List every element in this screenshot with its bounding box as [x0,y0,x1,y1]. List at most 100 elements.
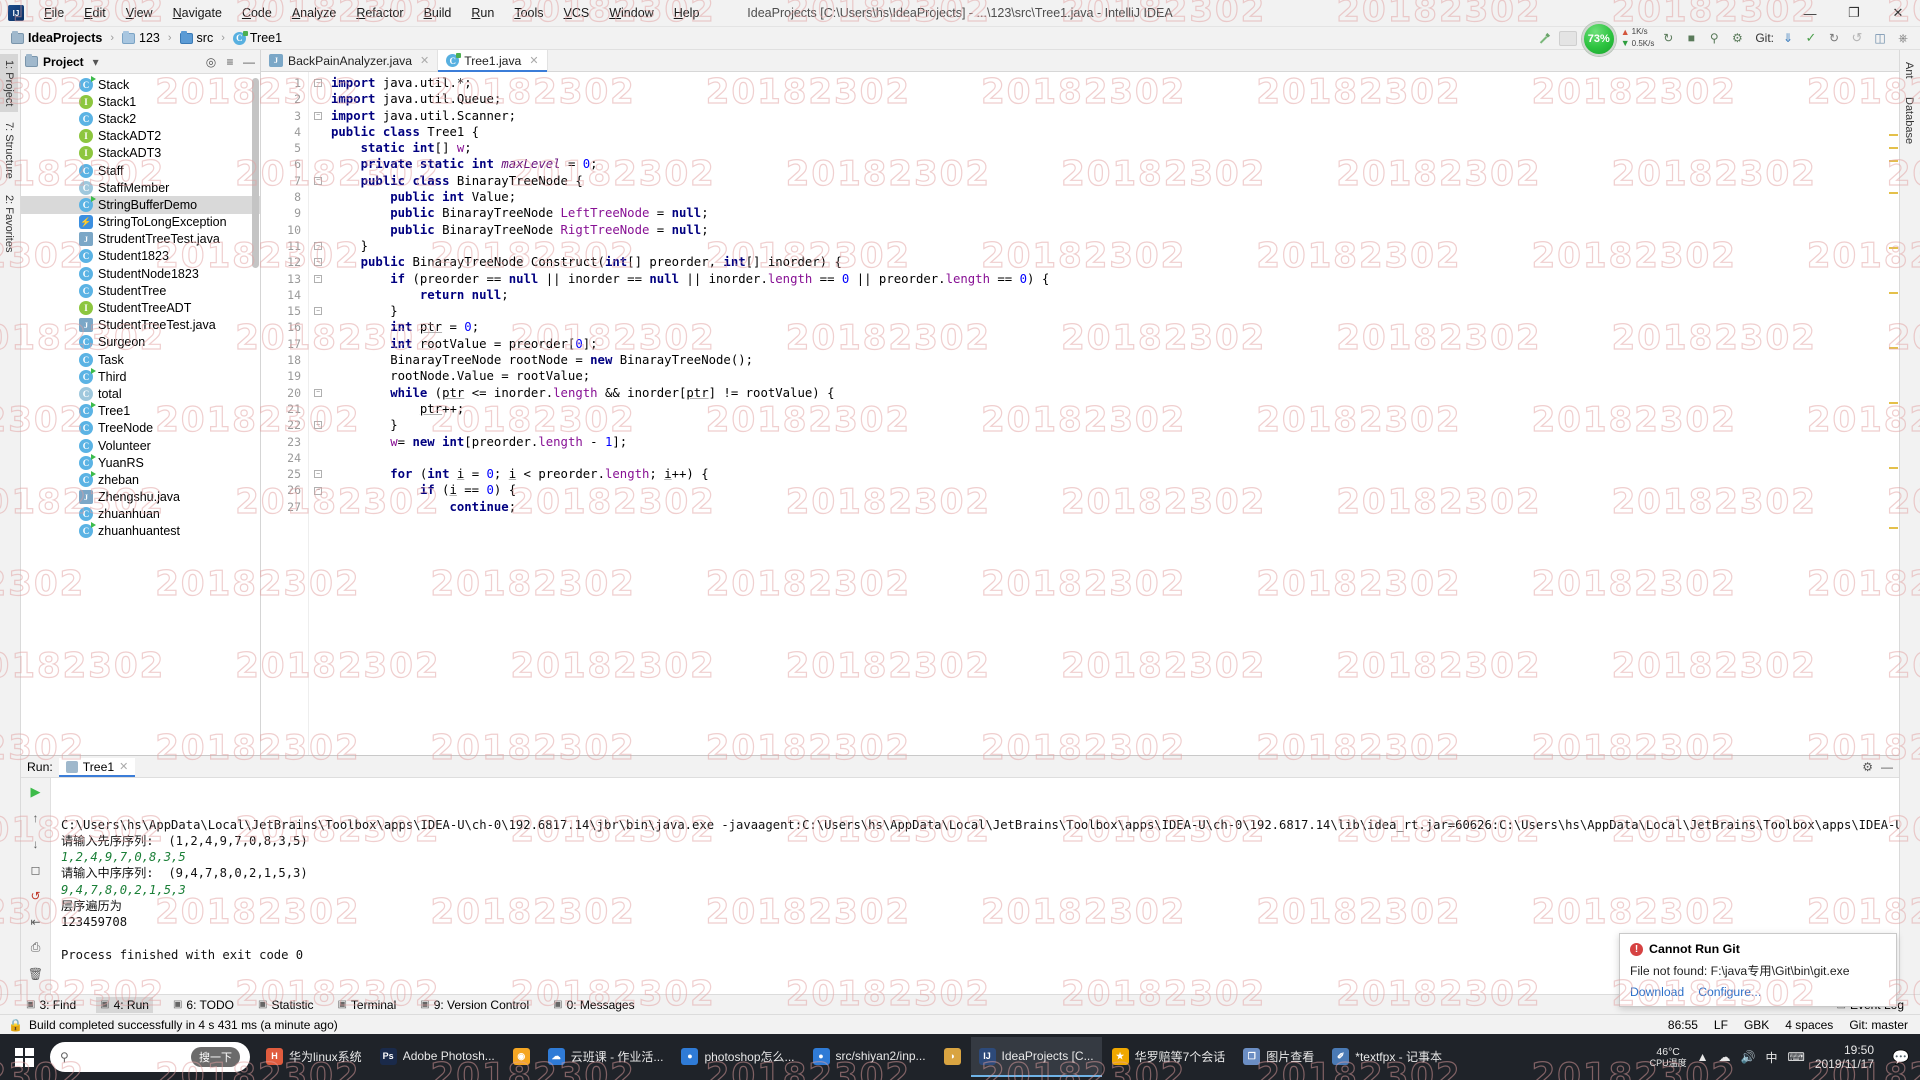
volume-icon[interactable]: 🔊 [1741,1050,1756,1064]
hide-icon[interactable]: — [242,55,256,69]
line-separator[interactable]: LF [1714,1018,1728,1032]
git-commit-icon[interactable]: ✓ [1802,29,1820,47]
tree-item[interactable]: C Tree1 [21,402,260,420]
code-folding-column[interactable]: − − − − − − − − − − − [309,72,327,778]
fold-marker[interactable]: − [309,482,327,498]
tree-item[interactable]: ⚡ StringToLongException [21,214,260,231]
editor-marker[interactable] [1889,134,1898,136]
tree-item[interactable]: Ctotal [21,385,260,402]
tree-item[interactable]: Czhuanhuan [21,506,260,523]
tree-item[interactable]: C Stack2 [21,110,260,127]
tree-item[interactable]: C YuanRS [21,453,260,471]
tool-window-6--todo[interactable]: ▣ 6: TODO [169,997,238,1013]
collapse-all-icon[interactable]: ≡ [223,55,237,69]
source-code[interactable]: import java.util.*; import java.util.Queu… [327,72,1899,778]
tree-item[interactable]: Czhuanhuantest [21,522,260,540]
print-icon[interactable]: ⎙ [27,939,44,956]
tree-item[interactable]: C StaffMember [21,179,260,196]
minimize-button[interactable]: — [1788,0,1832,27]
chevron-down-icon[interactable]: ▾ [89,55,103,69]
tool-window-9--version-control[interactable]: ▣ 9: Version Control [416,997,533,1013]
menu-navigate[interactable]: Navigate [163,2,232,24]
notification-bell-icon[interactable]: 💬 [1890,1049,1912,1066]
git-diff-icon[interactable]: ◫ [1871,29,1889,47]
editor-marker[interactable] [1889,247,1898,249]
tool-window-3--find[interactable]: ▣ 3: Find [22,997,80,1013]
tool-window-statistic[interactable]: ▣ Statistic [254,997,317,1013]
close-button[interactable]: ✕ [1876,0,1920,27]
taskbar-item[interactable]: ◉ [505,1037,538,1077]
cpu-usage-badge[interactable]: 73% [1581,22,1616,56]
editor-tab-close-icon[interactable]: ✕ [420,54,429,67]
gear-icon[interactable]: ⚙ [1862,760,1873,774]
fold-marker[interactable]: − [309,385,327,401]
start-button[interactable] [0,1034,48,1080]
soft-wrap-icon[interactable]: ↺ [27,887,44,904]
rail-7--structure[interactable]: 7: Structure [0,116,18,185]
taskbar-item[interactable]: Ps Adobe Photosh... [372,1037,503,1077]
editor-marker[interactable] [1889,160,1898,162]
fold-marker[interactable]: − [309,108,327,124]
taskbar-item[interactable]: ❐ 图片查看 [1235,1037,1322,1077]
run-config-selector[interactable] [1558,29,1577,47]
editor-tab-close-icon[interactable]: ✕ [529,54,538,67]
git-branch-status[interactable]: Git: master [1849,1018,1908,1032]
editor-marker[interactable] [1889,192,1898,194]
tool-window-4--run[interactable]: ▣ 4: Run [96,996,153,1013]
editor-marker[interactable] [1889,147,1898,149]
menu-help[interactable]: Help [664,2,710,24]
tree-item[interactable]: C StudentNode1823 [21,265,260,282]
breadcrumb-tree1[interactable]: C Tree1 [228,30,287,46]
taskbar-item[interactable]: ★ 华罗赔等7个会话 [1104,1037,1234,1077]
search-everywhere-icon[interactable]: ⚲ [1705,29,1723,47]
menu-file[interactable]: File [34,2,74,24]
target-icon[interactable]: ◎ [204,55,218,69]
taskbar-item[interactable]: IJ IdeaProjects [C... [970,1037,1102,1077]
fold-marker[interactable]: − [309,303,327,319]
editor-marker-bar[interactable] [1888,72,1899,778]
tree-item[interactable]: C StringBufferDemo [21,195,260,214]
tree-item[interactable]: J Zhengshu.java [21,489,260,506]
code-editor[interactable]: 1 2 3 4 5 6 7 8 9 10 11 12 13 14 15 16 17 18 19 20 21 22 23 24 2… [261,72,1899,778]
project-tree[interactable]: C Stack I Stack1 C Stack2 I StackADT2 I StackADT3… [21,74,260,797]
taskbar-item[interactable]: ● src/shiyan2/inp... [805,1037,934,1077]
taskbar-clock[interactable]: 19:50 2019/11/17 [1815,1043,1880,1072]
camera-icon[interactable]: ◻ [27,861,44,878]
menu-run[interactable]: Run [461,2,504,24]
fold-marker[interactable]: − [309,173,327,189]
hammer-icon[interactable] [1536,29,1554,47]
git-history-icon[interactable]: ↻ [1825,29,1843,47]
configure-link[interactable]: Configure... [1698,985,1761,999]
editor-marker[interactable] [1889,402,1898,404]
git-branch-icon[interactable]: ⎈ [1894,29,1912,47]
editor-marker[interactable] [1889,527,1898,529]
maximize-button[interactable]: ❐ [1832,0,1876,27]
rerun-icon[interactable]: ▶ [27,783,44,800]
sync-icon[interactable]: ↻ [1659,29,1677,47]
tool-window-0--messages[interactable]: ▣ 0: Messages [549,997,639,1013]
tree-item[interactable]: J StrudentTreeTest.java [21,231,260,248]
indent-setting[interactable]: 4 spaces [1785,1018,1833,1032]
fold-marker[interactable]: − [309,238,327,254]
tree-item[interactable]: C Volunteer [21,437,260,454]
editor-tab[interactable]: J BackPainAnalyzer.java ✕ [261,50,439,71]
run-configuration-tab[interactable]: Tree1 ✕ [58,757,136,777]
tree-item[interactable]: C Surgeon [21,334,260,351]
taskbar-item[interactable]: ● photoshop怎么... [673,1037,802,1077]
editor-marker[interactable] [1889,467,1898,469]
rail-ant[interactable]: Ant [1900,56,1918,85]
keyboard-icon[interactable]: ⌨ [1788,1050,1805,1064]
taskbar-item[interactable]: ☁ 云班课 - 作业活... [540,1037,672,1077]
down-stack-icon[interactable]: ↓ [27,835,44,852]
git-rollback-icon[interactable]: ↺ [1848,29,1866,47]
up-stack-icon[interactable]: ↑ [27,809,44,826]
menu-refactor[interactable]: Refactor [346,2,413,24]
menu-edit[interactable]: Edit [74,2,116,24]
fold-marker[interactable]: − [309,75,327,91]
menu-analyze[interactable]: Analyze [282,2,346,24]
fold-marker[interactable]: − [309,271,327,287]
menu-code[interactable]: Code [232,2,282,24]
caret-position[interactable]: 86:55 [1668,1018,1698,1032]
minimize-icon[interactable]: — [1881,760,1893,774]
tree-item[interactable]: C TreeNode [21,420,260,437]
